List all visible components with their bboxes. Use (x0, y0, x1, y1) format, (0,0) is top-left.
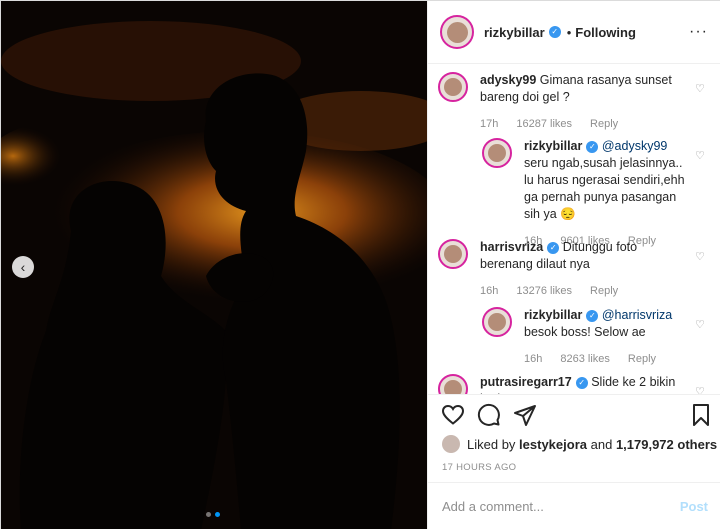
comment-body: rizkybillar ✓ @harrisvriza besok boss! Se… (524, 307, 692, 368)
post-comment-button[interactable]: Post (680, 499, 708, 514)
verified-badge-icon: ✓ (548, 26, 561, 38)
prev-arrow-button[interactable]: ‹ (12, 256, 34, 278)
comment-body: rizkybillar ✓ @adysky99 seru ngab,susah j… (524, 138, 692, 250)
post-photo[interactable]: ‹ (1, 1, 427, 529)
comment-like-heart-icon[interactable]: ♡ (695, 149, 705, 162)
comment-time[interactable]: 16h (524, 351, 542, 368)
comment-body: putrasiregarr17✓ Slide ke 2 bikin hati (480, 374, 688, 394)
comment-like-heart-icon[interactable]: ♡ (695, 82, 705, 95)
comment-mention[interactable]: @harrisvriza (602, 308, 672, 322)
commenter-avatar[interactable] (438, 239, 468, 269)
reply-item: rizkybillar ✓ @harrisvriza besok boss! Se… (482, 307, 692, 368)
comment-time[interactable]: 16h (480, 283, 498, 300)
comment-username[interactable]: harrisvriza (480, 240, 543, 254)
author-username[interactable]: rizkybillar (484, 25, 545, 40)
commenter-avatar[interactable] (438, 374, 468, 394)
heart-icon[interactable] (441, 403, 465, 427)
share-icon[interactable] (513, 403, 537, 427)
verified-badge-icon: ✓ (586, 140, 599, 153)
verified-badge-icon: ✓ (547, 241, 560, 254)
commenter-avatar[interactable] (482, 307, 512, 337)
liker-username[interactable]: lestykejora (519, 437, 587, 452)
carousel-dot (206, 512, 211, 517)
commenter-avatar[interactable] (482, 138, 512, 168)
add-comment-bar: Post (428, 482, 720, 529)
comment-text: besok boss! Selow ae (524, 325, 646, 339)
comment-like-heart-icon[interactable]: ♡ (695, 385, 705, 394)
liker-avatar[interactable] (442, 435, 460, 453)
post-sidebar: rizkybillar ✓ • Following ··· adysky99 G… (427, 1, 720, 529)
reply-item: rizkybillar ✓ @adysky99 seru ngab,susah j… (482, 138, 692, 250)
likes-count[interactable]: 1,179,972 others (616, 437, 717, 452)
comment-body: adysky99 Gimana rasanya sunset bareng do… (480, 72, 688, 133)
chevron-left-icon: ‹ (20, 259, 26, 275)
comment-icon[interactable] (477, 403, 501, 427)
comments-list[interactable]: adysky99 Gimana rasanya sunset bareng do… (428, 64, 720, 394)
comment-text: seru ngab,susah jelasinnya.. lu harus ng… (524, 156, 685, 221)
comment-likes[interactable]: 13276 likes (516, 283, 572, 300)
following-button[interactable]: Following (575, 25, 636, 40)
comment-like-heart-icon[interactable]: ♡ (695, 318, 705, 331)
carousel-dot-active (215, 512, 220, 517)
bookmark-icon[interactable] (689, 403, 713, 427)
reply-button[interactable]: Reply (590, 283, 618, 300)
comment-likes[interactable]: 8263 likes (560, 351, 610, 368)
more-horizontal-icon[interactable]: ··· (689, 23, 708, 41)
reply-button[interactable]: Reply (590, 116, 618, 133)
comment-item: harrisvriza ✓ Ditunggu foto berenang dila… (438, 239, 688, 300)
commenter-avatar[interactable] (438, 72, 468, 102)
comment-item: adysky99 Gimana rasanya sunset bareng do… (438, 72, 688, 133)
likes-mid: and (590, 436, 613, 452)
carousel-dots (206, 512, 220, 517)
reply-button[interactable]: Reply (628, 351, 656, 368)
post-timestamp[interactable]: 17 HOURS AGO (442, 462, 516, 473)
comment-username[interactable]: putrasiregarr17 (480, 375, 572, 389)
post-actions: Liked by lestykejora and 1,179,972 other… (428, 394, 720, 482)
header-separator: • (566, 24, 572, 40)
comment-time[interactable]: 17h (480, 116, 498, 133)
comment-mention[interactable]: @adysky99 (602, 139, 668, 153)
comment-like-heart-icon[interactable]: ♡ (695, 250, 705, 263)
comment-likes[interactable]: 16287 likes (516, 116, 572, 133)
verified-badge-icon: ✓ (575, 376, 588, 389)
comment-body: harrisvriza ✓ Ditunggu foto berenang dila… (480, 239, 688, 300)
comment-username[interactable]: rizkybillar (524, 308, 582, 322)
comment-item: putrasiregarr17✓ Slide ke 2 bikin hati (438, 374, 688, 394)
likes-prefix: Liked by (467, 436, 516, 452)
silhouette-photo (1, 1, 427, 529)
post-modal: ‹ rizkybillar ✓ • Following ··· adysky99… (0, 0, 720, 529)
comment-username[interactable]: rizkybillar (524, 139, 582, 153)
comment-input[interactable] (442, 499, 680, 514)
comment-username[interactable]: adysky99 (480, 73, 536, 87)
likes-summary: Liked by lestykejora and 1,179,972 other… (442, 435, 717, 453)
author-avatar[interactable] (440, 15, 474, 49)
post-header: rizkybillar ✓ • Following ··· (428, 1, 720, 64)
verified-badge-icon: ✓ (586, 309, 599, 322)
